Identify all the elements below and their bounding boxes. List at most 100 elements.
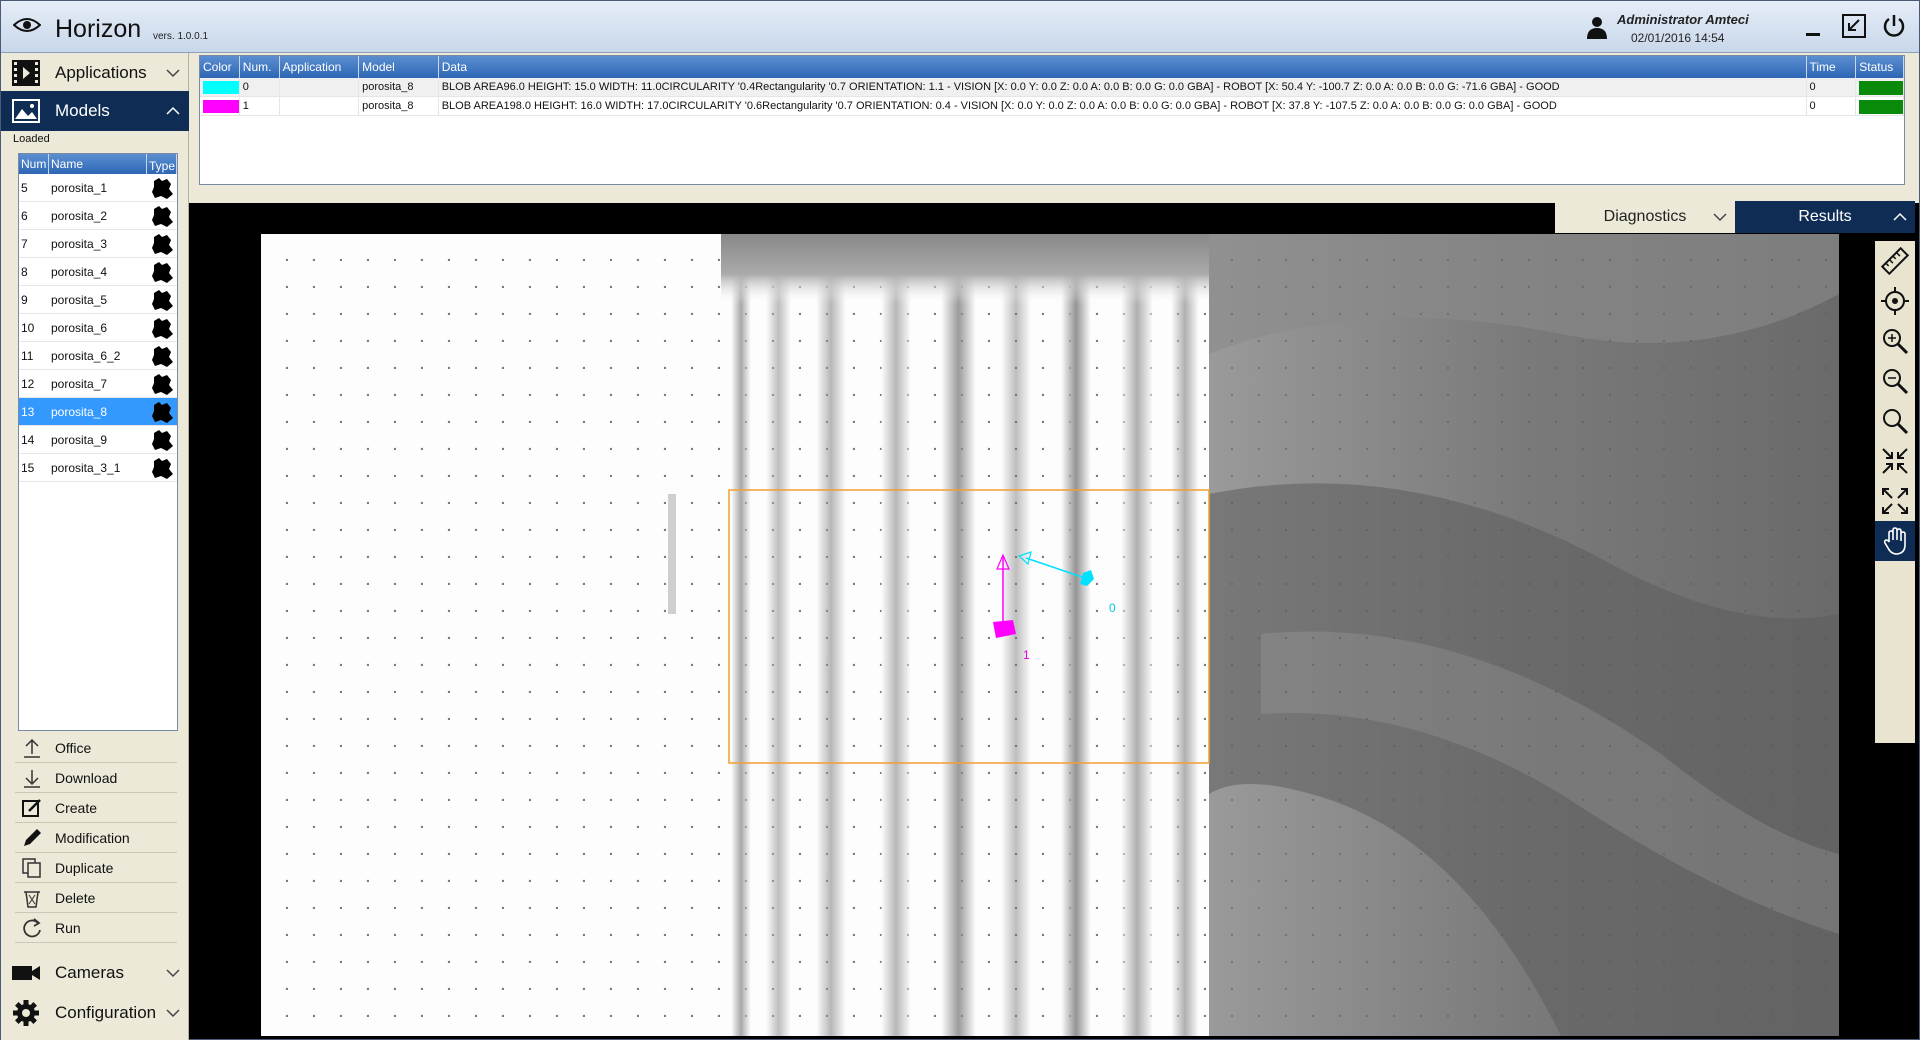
result-time: 0 [1807, 97, 1857, 115]
blob-type-icon [152, 289, 173, 311]
table-row[interactable]: 12 porosita_7 [19, 370, 177, 398]
model-name: porosita_1 [51, 180, 108, 195]
blob-type-icon [152, 373, 173, 395]
tab-diagnostics[interactable]: Diagnostics [1555, 201, 1735, 233]
app-title: Horizon [55, 15, 142, 43]
blob-0-label: 0 [1109, 601, 1116, 615]
office-label: Office [55, 739, 92, 756]
minimize-icon[interactable] [1801, 13, 1827, 39]
duplicate-label: Duplicate [55, 859, 114, 876]
results-table-header: Color Num. Application Model Data Time S… [200, 56, 1904, 78]
model-actions: Office Download Create Modification Dupl… [15, 733, 177, 943]
hand-icon [1883, 527, 1906, 555]
menu-applications-label: Applications [55, 63, 147, 82]
table-row[interactable]: 15 porosita_3_1 [19, 454, 177, 482]
duplicate-icon [22, 857, 41, 878]
menu-models-label: Models [55, 101, 110, 120]
zoom-in-tool[interactable] [1875, 321, 1915, 361]
refresh-icon [23, 917, 41, 937]
expand-tool[interactable] [1875, 481, 1915, 521]
tab-diagnostics-label: Diagnostics [1603, 208, 1687, 225]
office-button[interactable]: Office [15, 733, 177, 763]
blob-type-icon [152, 261, 173, 283]
model-num: 5 [21, 180, 28, 195]
create-button[interactable]: Create [15, 793, 177, 823]
blob-1-label: 1 [1023, 648, 1030, 662]
menu-applications[interactable]: Applications [1, 53, 189, 93]
result-num: 1 [240, 97, 280, 115]
chevron-up-icon [166, 106, 180, 115]
col-name[interactable]: Name [49, 154, 147, 174]
fit-icon [1882, 448, 1908, 474]
tab-results[interactable]: Results [1735, 201, 1915, 233]
table-row[interactable]: 13 porosita_8 [19, 398, 177, 426]
model-type [147, 455, 177, 481]
menu-cameras[interactable]: Cameras [1, 953, 189, 993]
models-table: Num Name Type 5 porosita_1 6 porosita_2 7 por… [18, 153, 178, 731]
col-model[interactable]: Model [359, 56, 439, 78]
result-color [200, 97, 240, 115]
table-row[interactable]: 11 porosita_6_2 [19, 342, 177, 370]
model-num: 15 [21, 460, 35, 475]
table-row[interactable]: 0 porosita_8 BLOB AREA96.0 HEIGHT: 15.0 WI… [200, 78, 1904, 97]
ruler-tool[interactable] [1875, 241, 1915, 281]
table-row[interactable]: 5 porosita_1 [19, 174, 177, 202]
model-type [147, 427, 177, 453]
model-type [147, 399, 177, 425]
model-name: porosita_6_2 [51, 348, 121, 363]
modification-label: Modification [55, 829, 130, 846]
blob-type-icon [152, 345, 173, 367]
modification-button[interactable]: Modification [15, 823, 177, 853]
blob-type-icon [152, 401, 173, 423]
table-row[interactable]: 1 porosita_8 BLOB AREA198.0 HEIGHT: 16.0 W… [200, 97, 1904, 116]
results-table: Color Num. Application Model Data Time S… [199, 55, 1905, 185]
model-name: porosita_9 [51, 432, 108, 447]
menu-models[interactable]: Models [1, 91, 189, 131]
chevron-down-icon [1713, 213, 1727, 222]
model-num: 12 [21, 376, 35, 391]
delete-button[interactable]: Delete [15, 883, 177, 913]
col-type[interactable]: Type [147, 154, 177, 174]
model-name: porosita_6 [51, 320, 108, 335]
col-status[interactable]: Status [1856, 56, 1904, 78]
zoom-out-tool[interactable] [1875, 361, 1915, 401]
model-num: 14 [21, 432, 35, 447]
menu-configuration[interactable]: Configuration [1, 993, 189, 1033]
model-type [147, 287, 177, 313]
model-name: porosita_8 [51, 404, 108, 419]
image-icon [12, 99, 40, 123]
ruler-icon [1880, 246, 1910, 276]
fit-tool[interactable] [1875, 441, 1915, 481]
zoom-tool[interactable] [1875, 401, 1915, 441]
chevron-up-icon [1893, 212, 1907, 221]
table-row[interactable]: 7 porosita_3 [19, 230, 177, 258]
col-num[interactable]: Num [19, 154, 49, 174]
duplicate-button[interactable]: Duplicate [15, 853, 177, 883]
table-row[interactable]: 6 porosita_2 [19, 202, 177, 230]
col-application[interactable]: Application [280, 56, 360, 78]
run-button[interactable]: Run [15, 913, 177, 943]
col-time[interactable]: Time [1807, 56, 1857, 78]
table-row[interactable]: 14 porosita_9 [19, 426, 177, 454]
gear-icon [13, 1000, 39, 1026]
result-status [1856, 97, 1904, 115]
target-tool[interactable] [1875, 281, 1915, 321]
col-num[interactable]: Num. [240, 56, 280, 78]
restore-icon[interactable] [1841, 13, 1867, 39]
col-data[interactable]: Data [439, 56, 1807, 78]
power-icon[interactable] [1881, 13, 1907, 39]
camera-image[interactable]: 0 1 [261, 234, 1839, 1036]
user-icon[interactable] [1585, 15, 1609, 39]
result-time: 0 [1807, 78, 1857, 96]
table-row[interactable]: 9 porosita_5 [19, 286, 177, 314]
model-type [147, 203, 177, 229]
pan-tool[interactable] [1875, 521, 1915, 561]
table-row[interactable]: 10 porosita_6 [19, 314, 177, 342]
eye-logo-icon [13, 18, 41, 32]
model-num: 6 [21, 208, 28, 223]
table-row[interactable]: 8 porosita_4 [19, 258, 177, 286]
col-color[interactable]: Color [200, 56, 240, 78]
user-datetime: 02/01/2016 14:54 [1631, 31, 1725, 45]
download-button[interactable]: Download [15, 763, 177, 793]
zoom-icon [1883, 409, 1909, 435]
